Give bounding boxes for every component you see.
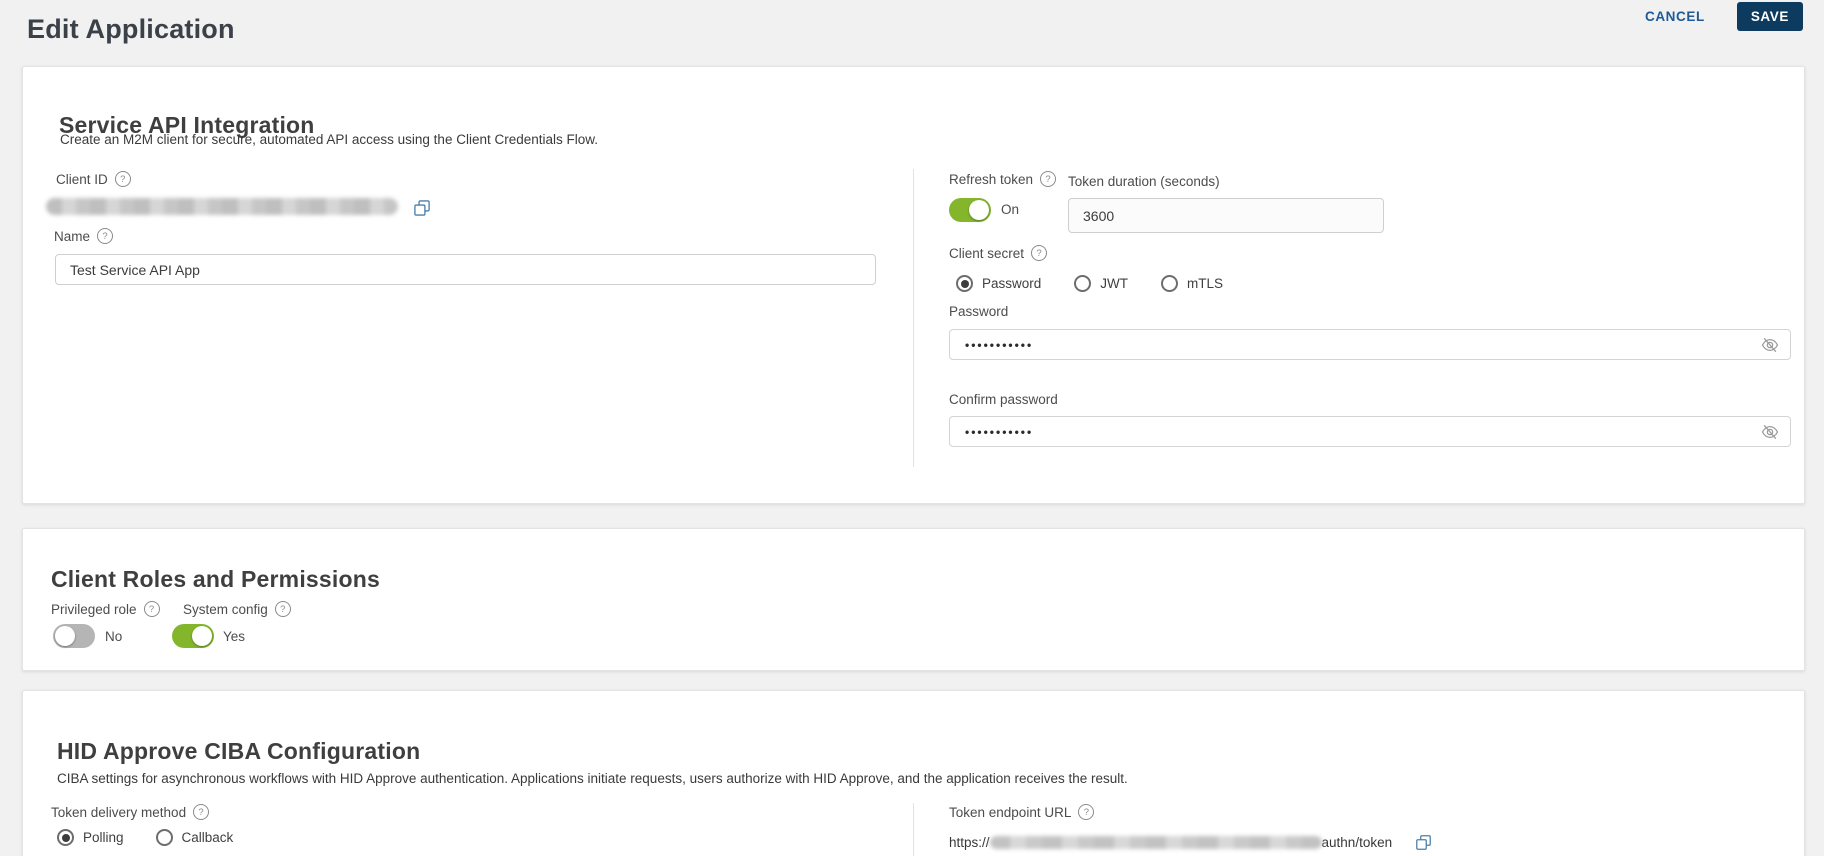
token-duration-label: Token duration (seconds) — [1068, 174, 1220, 189]
card-client-roles-permissions: Client Roles and Permissions Privileged … — [22, 528, 1805, 671]
password-label: Password — [949, 304, 1009, 319]
privileged-role-state: No — [105, 629, 123, 644]
eye-off-icon — [1761, 337, 1779, 352]
toggle-knob — [192, 626, 212, 646]
column-divider — [913, 803, 914, 856]
cancel-button[interactable]: CANCEL — [1641, 3, 1709, 30]
refresh-token-state: On — [1001, 202, 1020, 217]
token-duration-input[interactable] — [1068, 198, 1384, 233]
toggle-knob — [55, 626, 75, 646]
confirm-password-masked-value: ••••••••••• — [965, 424, 1034, 439]
toggle-knob — [969, 200, 989, 220]
help-icon[interactable]: ? — [114, 171, 131, 187]
name-label: Name ? — [54, 228, 114, 244]
radio-checked-icon — [956, 275, 973, 292]
radio-password[interactable]: Password — [956, 275, 1041, 292]
client-secret-radio-group: Password JWT mTLS — [956, 275, 1223, 292]
privileged-role-toggle[interactable] — [53, 624, 95, 648]
roles-heading: Client Roles and Permissions — [51, 566, 380, 593]
radio-callback[interactable]: Callback — [155, 829, 233, 846]
system-config-state: Yes — [223, 629, 246, 644]
card-service-api-integration: Service API Integration Create an M2M cl… — [22, 66, 1805, 504]
token-delivery-method-label: Token delivery method ? — [51, 804, 210, 820]
password-input[interactable]: ••••••••••• — [949, 329, 1791, 360]
refresh-token-toggle[interactable] — [949, 198, 991, 222]
confirm-password-input[interactable]: ••••••••••• — [949, 416, 1791, 447]
copy-client-id-button[interactable] — [412, 198, 432, 218]
eye-off-icon — [1761, 424, 1779, 439]
radio-polling[interactable]: Polling — [57, 829, 124, 846]
radio-unchecked-icon — [155, 829, 173, 846]
help-icon[interactable]: ? — [274, 601, 291, 617]
column-divider — [913, 169, 914, 467]
radio-unchecked-icon — [1074, 275, 1092, 292]
help-icon[interactable]: ? — [97, 228, 114, 244]
ciba-subtitle: CIBA settings for asynchronous workflows… — [57, 771, 1128, 786]
card-hid-approve-ciba: HID Approve CIBA Configuration CIBA sett… — [22, 690, 1805, 856]
client-secret-label: Client secret ? — [949, 245, 1048, 261]
copy-icon — [1416, 835, 1431, 850]
confirm-password-label: Confirm password — [949, 392, 1058, 407]
url-prefix: https:// — [949, 835, 990, 850]
password-masked-value: ••••••••••• — [965, 337, 1034, 352]
refresh-token-label: Refresh token ? — [949, 171, 1057, 187]
toggle-password-visibility-button[interactable] — [1760, 335, 1780, 355]
system-config-toggle[interactable] — [172, 624, 214, 648]
copy-token-url-button[interactable] — [1414, 833, 1433, 852]
radio-checked-icon — [57, 829, 74, 846]
url-redacted-segment — [989, 836, 1322, 849]
help-icon[interactable]: ? — [143, 601, 160, 617]
edit-application-page: Edit Application CANCEL SAVE Service API… — [0, 0, 1824, 856]
system-config-label: System config ? — [183, 601, 291, 617]
help-icon[interactable]: ? — [1031, 245, 1048, 261]
help-icon[interactable]: ? — [193, 804, 210, 820]
privileged-role-label: Privileged role ? — [51, 601, 160, 617]
token-endpoint-url-label: Token endpoint URL ? — [949, 804, 1095, 820]
toggle-confirm-password-visibility-button[interactable] — [1760, 422, 1780, 442]
name-input[interactable] — [55, 254, 876, 285]
page-title: Edit Application — [27, 14, 235, 45]
copy-icon — [414, 200, 430, 216]
radio-jwt[interactable]: JWT — [1074, 275, 1128, 292]
token-delivery-radio-group: Polling Callback — [57, 829, 233, 846]
topbar-actions: CANCEL SAVE — [1641, 2, 1803, 31]
ciba-heading: HID Approve CIBA Configuration — [57, 738, 421, 765]
client-id-label: Client ID ? — [56, 171, 131, 187]
service-api-subtitle: Create an M2M client for secure, automat… — [60, 132, 599, 147]
radio-unchecked-icon — [1161, 275, 1179, 292]
help-icon[interactable]: ? — [1078, 804, 1095, 820]
client-id-redacted-value — [46, 198, 398, 215]
url-suffix: authn/token — [1321, 835, 1393, 850]
token-endpoint-url: https:// authn/token — [949, 833, 1433, 852]
radio-mtls[interactable]: mTLS — [1161, 275, 1223, 292]
save-button[interactable]: SAVE — [1736, 2, 1803, 31]
help-icon[interactable]: ? — [1040, 171, 1057, 187]
